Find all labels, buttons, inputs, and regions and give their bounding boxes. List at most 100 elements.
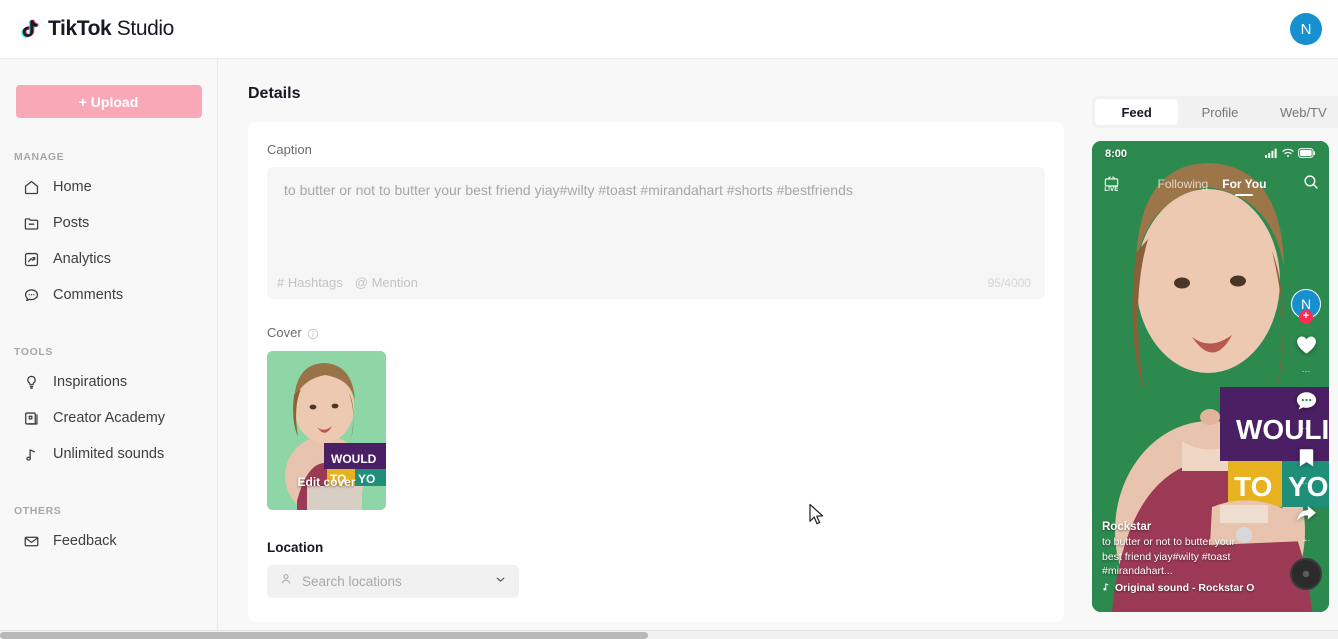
comment-bubble-icon[interactable] <box>1294 389 1319 419</box>
upload-button[interactable]: + Upload <box>15 85 202 118</box>
music-note-icon <box>22 445 40 463</box>
live-icon[interactable]: LIVE <box>1102 175 1121 193</box>
details-card: Caption to butter or not to butter your … <box>248 122 1064 622</box>
music-title: Original sound - Rockstar Original s <box>1115 582 1254 594</box>
page-title: Details <box>248 85 301 102</box>
sidebar-item-label: Unlimited sounds <box>53 446 165 462</box>
location-label: Location <box>267 540 324 555</box>
music-disc-icon[interactable] <box>1290 558 1322 590</box>
video-caption: to butter or not to butter your best fri… <box>1102 536 1236 577</box>
sidebar-item-label: Creator Academy <box>53 410 166 426</box>
sidebar-item-label: Analytics <box>53 251 112 267</box>
scrollbar-thumb[interactable] <box>0 632 648 639</box>
live-label: LIVE <box>1104 186 1119 193</box>
feed-tab-for-you[interactable]: For You <box>1222 177 1266 191</box>
edit-cover-label[interactable]: Edit cover <box>267 475 386 489</box>
comment-icon <box>22 286 40 304</box>
follow-plus-badge[interactable]: + <box>1299 310 1313 324</box>
video-username[interactable]: Rockstar <box>1102 521 1254 533</box>
tab-feed[interactable]: Feed <box>1095 99 1179 125</box>
share-arrow-icon[interactable] <box>1294 501 1319 531</box>
caption-character-counter: 95/4000 <box>987 275 1031 290</box>
sidebar-section-label-tools: TOOLS <box>14 346 53 358</box>
main-content: Details Caption to butter or not to butt… <box>218 59 1338 639</box>
details-column: Details Caption to butter or not to butt… <box>248 85 1064 639</box>
sidebar-item-label: Home <box>53 179 92 195</box>
tab-profile[interactable]: Profile <box>1178 99 1261 125</box>
preview-panel: Feed Profile Web/TV WOULI TO YO 8:00 LIV… <box>1092 85 1338 639</box>
preview-tabs: Feed Profile Web/TV <box>1092 96 1338 128</box>
like-count: ··· <box>1301 366 1311 376</box>
sidebar-item-label: Posts <box>53 215 90 231</box>
location-placeholder: Search locations <box>302 574 402 589</box>
comment-count: ··· <box>1301 423 1311 433</box>
location-search-input[interactable]: Search locations <box>267 565 519 598</box>
caption-label: Caption <box>267 142 312 157</box>
analytics-icon <box>22 250 40 268</box>
body-split: + Upload MANAGE Home Posts Analytics Com… <box>0 59 1338 639</box>
bookmark-count: ··· <box>1301 478 1311 488</box>
phone-preview[interactable]: WOULI TO YO 8:00 LIVE Following For You … <box>1092 141 1329 612</box>
video-music-row[interactable]: Original sound - Rockstar Original s <box>1102 582 1254 594</box>
sidebar-item-inspirations[interactable]: Inspirations <box>0 364 217 400</box>
music-note-small-icon <box>1102 582 1111 594</box>
sidebar-item-comments[interactable]: Comments <box>0 277 217 313</box>
horizontal-scrollbar[interactable] <box>0 630 1338 639</box>
lightbulb-icon <box>22 373 40 391</box>
sidebar-item-home[interactable]: Home <box>0 169 217 205</box>
sidebar-item-creator-academy[interactable]: Creator Academy <box>0 400 217 436</box>
top-bar: TikTok Studio N <box>0 0 1338 59</box>
status-icons <box>1265 147 1316 161</box>
sidebar-item-label: Inspirations <box>53 374 128 390</box>
info-icon[interactable] <box>307 327 319 339</box>
app-logo[interactable]: TikTok Studio <box>0 16 174 42</box>
caption-input[interactable]: to butter or not to butter your best fri… <box>267 167 1045 299</box>
sidebar-item-posts[interactable]: Posts <box>0 205 217 241</box>
tab-web-tv[interactable]: Web/TV <box>1262 99 1338 125</box>
svg-text:TO: TO <box>1234 471 1272 502</box>
caption-toolbar: # Hashtags @ Mention 95/4000 <box>277 275 1031 290</box>
svg-text:WOULD: WOULD <box>331 452 377 466</box>
book-icon <box>22 409 40 427</box>
caption-value: to butter or not to butter your best fri… <box>284 182 853 198</box>
hashtags-button[interactable]: # Hashtags <box>277 275 343 290</box>
logo-title: TikTok Studio <box>48 17 174 41</box>
sidebar-section-label-manage: MANAGE <box>14 151 65 163</box>
sidebar-item-feedback[interactable]: Feedback <box>0 523 217 559</box>
bookmark-icon[interactable] <box>1295 446 1318 474</box>
mention-button[interactable]: @ Mention <box>355 275 418 290</box>
share-count: ··· <box>1301 535 1311 545</box>
sidebar: + Upload MANAGE Home Posts Analytics Com… <box>0 59 218 639</box>
heart-icon[interactable] <box>1294 332 1319 362</box>
home-icon <box>22 178 40 196</box>
status-time: 8:00 <box>1105 148 1128 160</box>
wifi-icon <box>1282 148 1294 161</box>
cover-label: Cover <box>267 325 302 340</box>
sidebar-item-unlimited-sounds[interactable]: Unlimited sounds <box>0 436 217 472</box>
sidebar-item-label: Feedback <box>53 533 117 549</box>
creator-avatar[interactable]: N + <box>1291 289 1321 324</box>
battery-icon <box>1298 147 1316 161</box>
search-icon[interactable] <box>1303 174 1319 195</box>
user-avatar[interactable]: N <box>1290 13 1322 45</box>
logo-title-thin: Studio <box>111 17 175 40</box>
phone-feed-nav: LIVE Following For You <box>1092 171 1329 197</box>
signal-icon <box>1265 148 1278 161</box>
action-rail: N + ··· ··· ··· ··· <box>1290 289 1322 590</box>
phone-status-bar: 8:00 <box>1092 141 1329 167</box>
sidebar-item-label: Comments <box>53 287 124 303</box>
feed-tab-group: Following For You <box>1121 177 1303 191</box>
logo-title-bold: TikTok <box>48 17 112 40</box>
person-pin-icon <box>279 572 293 591</box>
video-overlay-text: Rockstar to butter or not to butter your… <box>1102 521 1254 594</box>
caption-tools: # Hashtags @ Mention <box>277 275 418 290</box>
tiktok-note-icon <box>16 16 42 42</box>
chevron-down-icon[interactable] <box>494 573 507 591</box>
folder-icon <box>22 214 40 232</box>
cover-thumbnail[interactable]: WOULD TO YO Edit cover <box>267 351 386 510</box>
envelope-icon <box>22 532 40 550</box>
tiktok-studio-app: TikTok Studio N + Upload MANAGE Home Pos… <box>0 0 1338 639</box>
cover-header: Cover <box>267 325 1045 340</box>
sidebar-item-analytics[interactable]: Analytics <box>0 241 217 277</box>
feed-tab-following[interactable]: Following <box>1158 177 1209 191</box>
